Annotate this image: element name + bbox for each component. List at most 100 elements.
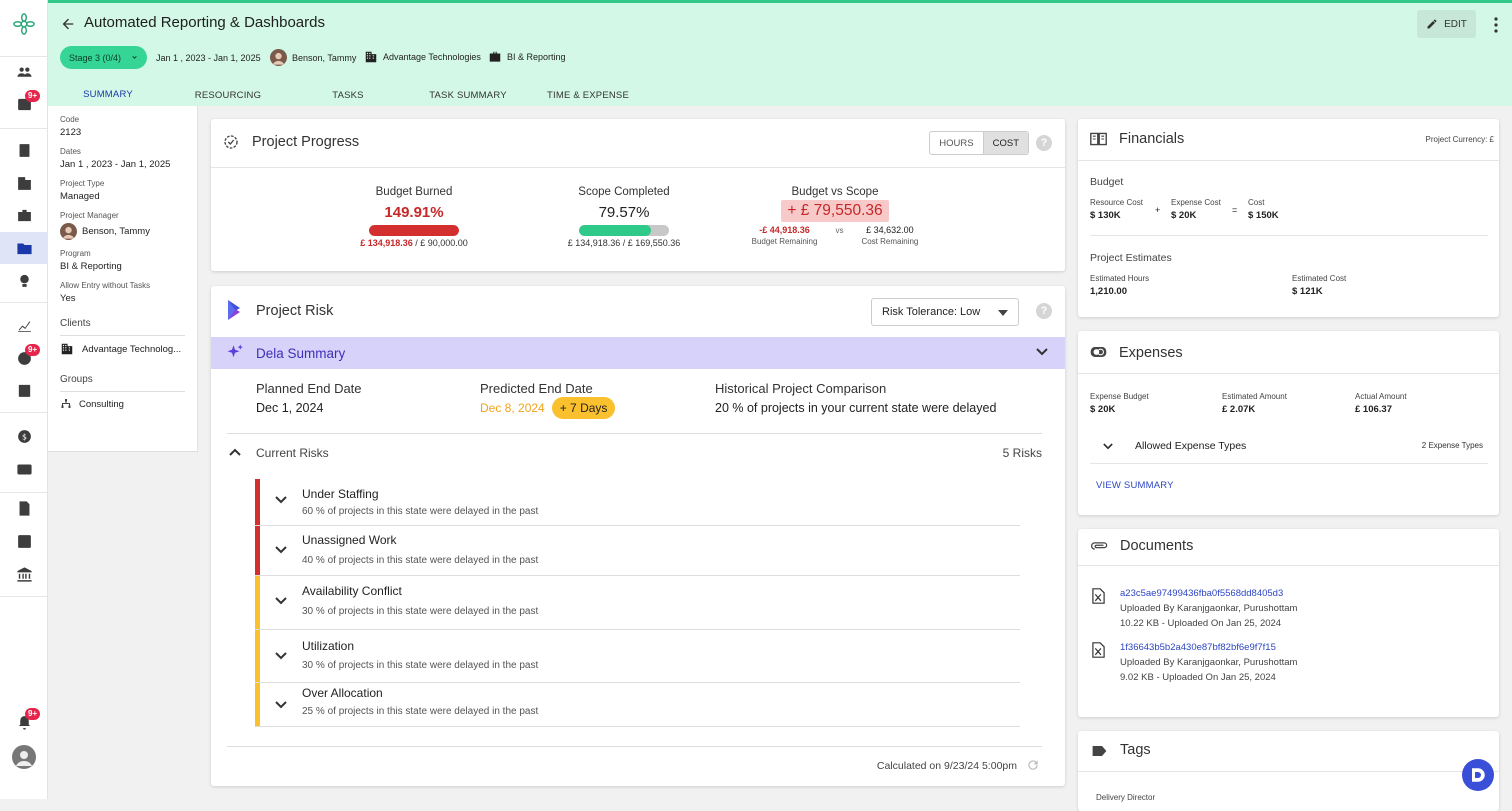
expense-type-count: 2 Expense Types xyxy=(1421,441,1483,450)
people-icon[interactable] xyxy=(12,60,36,84)
report-icon[interactable] xyxy=(12,496,36,520)
scope-title: Scope Completed xyxy=(578,186,670,198)
risk-item[interactable]: Over Allocation 25 % of projects in this… xyxy=(255,683,1020,727)
chevron-down-icon xyxy=(132,56,137,59)
document-link[interactable]: a23c5ae97499436fba0f5568dd8405d3 xyxy=(1120,588,1297,599)
allowed-expense-types-row[interactable]: Allowed Expense Types 2 Expense Types xyxy=(1090,428,1488,464)
current-risks-header[interactable]: Current Risks 5 Risks xyxy=(227,445,1042,463)
tab-time-expense[interactable]: TIME & EXPENSE xyxy=(528,81,648,109)
back-arrow-icon[interactable] xyxy=(60,16,76,32)
app-logo-icon[interactable] xyxy=(12,12,36,36)
chevron-down-icon xyxy=(275,597,287,605)
page-title: Automated Reporting & Dashboards xyxy=(84,14,325,31)
program-value: BI & Reporting xyxy=(60,261,122,272)
dollar-icon[interactable]: $ xyxy=(12,424,36,448)
briefcase-icon xyxy=(489,51,501,62)
dela-summary-bar[interactable]: Dela Summary xyxy=(211,337,1065,369)
nav-divider xyxy=(0,492,48,493)
tab-task-summary[interactable]: TASK SUMMARY xyxy=(408,81,528,109)
document-info: a23c5ae97499436fba0f5568dd8405d3 Uploade… xyxy=(1120,588,1297,629)
risk-item[interactable]: Unassigned Work 40 % of projects in this… xyxy=(255,526,1020,576)
dela-chat-button[interactable] xyxy=(1462,759,1494,791)
briefcase-icon[interactable] xyxy=(12,203,36,227)
user-avatar[interactable] xyxy=(12,745,36,769)
document-uploader: Uploaded By Karanjgaonkar, Purushottam xyxy=(1120,657,1298,668)
nav-divider xyxy=(0,128,48,129)
tab-resourcing[interactable]: RESOURCING xyxy=(168,81,288,109)
risk-title: Unassigned Work xyxy=(302,533,397,547)
card-divider xyxy=(1078,565,1499,566)
expense-budget-value: $ 20K xyxy=(1090,404,1116,415)
tag-icon xyxy=(1092,746,1107,756)
documents-title: Documents xyxy=(1120,538,1194,554)
risk-tolerance-select[interactable]: Risk Tolerance: Low xyxy=(871,298,1019,326)
more-options-icon[interactable] xyxy=(1492,16,1500,34)
resource-cost-value: $ 130K xyxy=(1090,210,1121,221)
code-value: 2123 xyxy=(60,127,82,138)
projects-folder-icon[interactable] xyxy=(0,232,48,264)
dela-chat-icon xyxy=(1472,768,1485,782)
financials-card: Financials Project Currency: £ Budget Re… xyxy=(1078,119,1499,317)
manager-avatar xyxy=(60,223,77,240)
view-summary-link[interactable]: VIEW SUMMARY xyxy=(1096,480,1174,491)
historical-label: Historical Project Comparison xyxy=(715,381,887,396)
risk-tolerance-value: Risk Tolerance: Low xyxy=(882,306,981,318)
notification-badge: 9+ xyxy=(25,344,41,356)
stage-dropdown[interactable]: Stage 3 (0/4) xyxy=(60,46,147,69)
document-link[interactable]: 1f36643b5b2a430e87bf82bf6e9f7f15 xyxy=(1120,642,1297,653)
risk-item[interactable]: Under Staffing 60 % of projects in this … xyxy=(255,479,1020,526)
expenses-title: Expenses xyxy=(1119,345,1183,361)
vs-label: vs xyxy=(835,226,844,235)
header-manager[interactable]: Benson, Tammy xyxy=(270,49,356,66)
risk-title: Over Allocation xyxy=(302,686,383,700)
client-item[interactable]: Advantage Technolog... xyxy=(60,342,185,356)
tab-summary[interactable]: SUMMARY xyxy=(48,81,168,109)
help-icon[interactable]: ? xyxy=(1036,135,1052,151)
help-icon[interactable]: ? xyxy=(1036,303,1052,319)
planned-end-label: Planned End Date xyxy=(256,381,362,396)
refresh-icon[interactable] xyxy=(1026,758,1040,772)
risk-description: 60 % of projects in this state were dela… xyxy=(302,506,539,517)
bar-chart-icon[interactable] xyxy=(12,529,36,553)
estimated-hours-label: Estimated Hours xyxy=(1090,274,1150,283)
risk-item[interactable]: Utilization 30 % of projects in this sta… xyxy=(255,630,1020,683)
documents-card: Documents a23c5ae97499436fba0f5568dd8405… xyxy=(1078,529,1499,717)
id-card-icon[interactable] xyxy=(12,457,36,481)
cost-toggle[interactable]: COST xyxy=(982,132,1028,154)
document-uploader: Uploaded By Karanjgaonkar, Purushottam xyxy=(1120,603,1298,614)
historical-comparison: Historical Project Comparison 20 % of pr… xyxy=(715,381,996,415)
groups-heading: Groups xyxy=(60,374,185,392)
scope-fill xyxy=(579,225,651,236)
risk-title: Utilization xyxy=(302,639,355,653)
scope-sub: £ 134,918.36 / £ 169,550.36 xyxy=(567,238,681,248)
nav-divider xyxy=(0,412,48,413)
header-program[interactable]: BI & Reporting xyxy=(488,50,566,64)
risk-item[interactable]: Availability Conflict 30 % of projects i… xyxy=(255,576,1020,630)
estimated-cost: Estimated Cost $ 121K xyxy=(1292,274,1346,297)
cost-remaining: £ 34,632.00 Cost Remaining xyxy=(861,225,918,246)
chevron-down-icon xyxy=(275,546,287,554)
chevron-down-icon xyxy=(1103,443,1113,450)
predicted-end-date: Predicted End Date Dec 8, 2024 + 7 Days xyxy=(480,381,616,419)
equals-sign: = xyxy=(1232,205,1238,215)
chevron-down-icon xyxy=(1036,348,1048,356)
expense-cost: Expense Cost $ 20K xyxy=(1171,198,1221,221)
edit-button[interactable]: EDIT xyxy=(1417,10,1476,38)
task-check-icon[interactable] xyxy=(12,378,36,402)
expense-cost-value: $ 20K xyxy=(1171,210,1197,221)
bank-icon[interactable] xyxy=(12,562,36,586)
risk-title: Under Staffing xyxy=(302,487,379,501)
group-item[interactable]: Consulting xyxy=(60,398,185,410)
header-client[interactable]: Advantage Technologies xyxy=(364,50,481,64)
hours-toggle[interactable]: HOURS xyxy=(930,132,982,154)
budget-burned-fill xyxy=(369,225,459,236)
building-icon[interactable] xyxy=(12,171,36,195)
chart-edit-icon[interactable] xyxy=(12,313,36,337)
lightbulb-icon[interactable] xyxy=(12,268,36,292)
tab-tasks[interactable]: TASKS xyxy=(288,81,408,109)
building-icon xyxy=(365,51,377,63)
allowed-expense-label: Allowed Expense Types xyxy=(1135,440,1247,452)
notebook-icon[interactable] xyxy=(12,138,36,162)
resource-cost-label: Resource Cost xyxy=(1090,198,1143,207)
planned-end-value: Dec 1, 2024 xyxy=(256,401,324,415)
